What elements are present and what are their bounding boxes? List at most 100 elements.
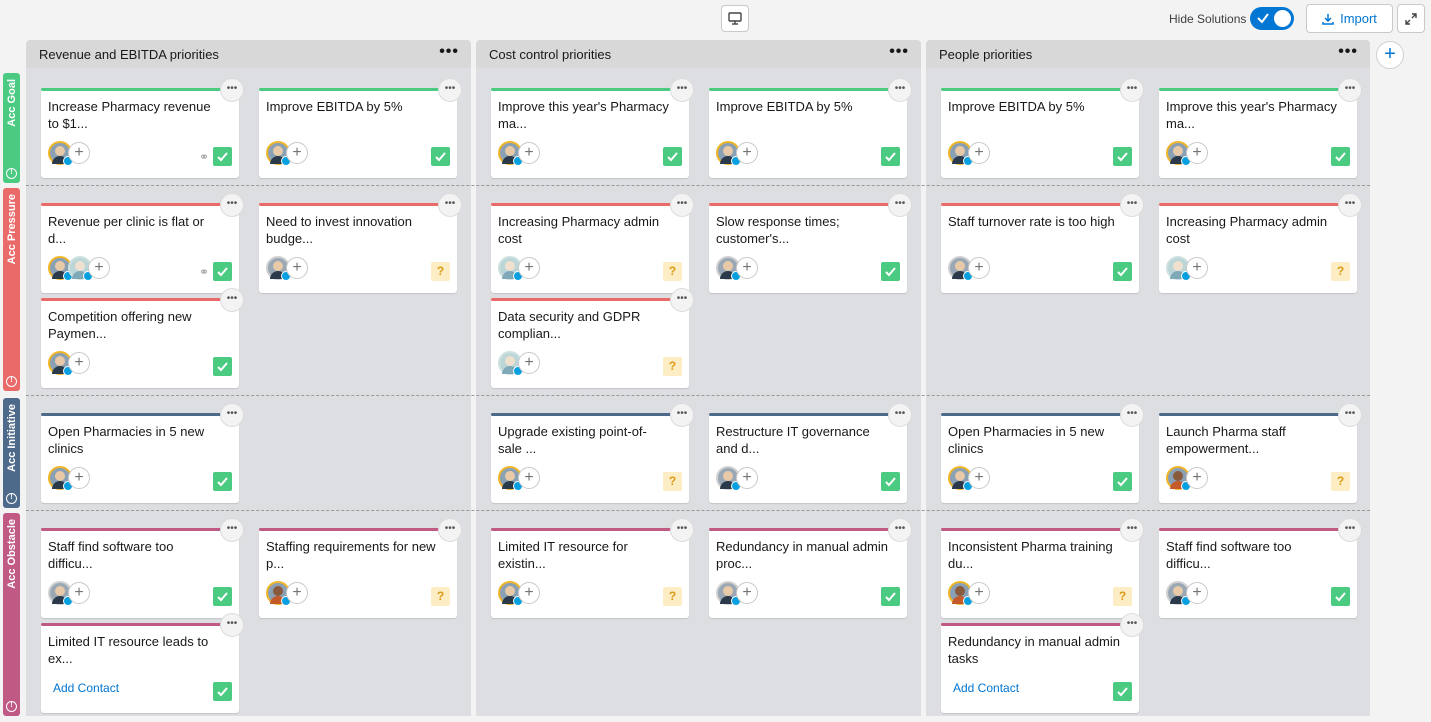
status-unknown-icon[interactable]: ? — [1331, 472, 1350, 491]
add-person-button[interactable]: + — [68, 352, 90, 374]
info-icon[interactable]: ! — [6, 376, 17, 387]
import-button[interactable]: Import — [1306, 4, 1393, 33]
add-person-button[interactable]: + — [968, 582, 990, 604]
column-menu-icon[interactable]: ••• — [1338, 43, 1358, 61]
board-card[interactable]: ••• Slow response times; customer's... + — [709, 193, 912, 293]
board-card[interactable]: ••• Open Pharmacies in 5 new clinics + — [41, 403, 244, 503]
add-person-button[interactable]: + — [736, 467, 758, 489]
add-person-button[interactable]: + — [1186, 582, 1208, 604]
column-menu-icon[interactable]: ••• — [439, 43, 459, 61]
add-contact-link[interactable]: Add Contact — [48, 681, 119, 695]
board-card[interactable]: ••• Improve this year's Pharmacy ma... + — [1159, 78, 1362, 178]
add-person-button[interactable]: + — [1186, 467, 1208, 489]
card-menu-icon[interactable]: ••• — [888, 518, 912, 542]
add-person-button[interactable]: + — [518, 142, 540, 164]
status-done-icon[interactable] — [881, 587, 900, 606]
card-menu-icon[interactable]: ••• — [438, 193, 462, 217]
add-person-button[interactable]: + — [68, 582, 90, 604]
card-menu-icon[interactable]: ••• — [1120, 518, 1144, 542]
card-menu-icon[interactable]: ••• — [220, 613, 244, 637]
card-menu-icon[interactable]: ••• — [1120, 193, 1144, 217]
board-card[interactable]: ••• Limited IT resource for existin... +? — [491, 518, 694, 618]
add-person-button[interactable]: + — [518, 257, 540, 279]
status-done-icon[interactable] — [881, 262, 900, 281]
add-person-button[interactable]: + — [736, 257, 758, 279]
add-person-button[interactable]: + — [518, 582, 540, 604]
card-menu-icon[interactable]: ••• — [220, 403, 244, 427]
status-unknown-icon[interactable]: ? — [431, 262, 450, 281]
card-menu-icon[interactable]: ••• — [888, 403, 912, 427]
card-menu-icon[interactable]: ••• — [1338, 193, 1362, 217]
board-card[interactable]: ••• Increasing Pharmacy admin cost +? — [1159, 193, 1362, 293]
board-card[interactable]: ••• Need to invest innovation budge... +? — [259, 193, 462, 293]
info-icon[interactable]: ! — [6, 168, 17, 179]
board-card[interactable]: ••• Improve this year's Pharmacy ma... + — [491, 78, 694, 178]
board-card[interactable]: ••• Increasing Pharmacy admin cost +? — [491, 193, 694, 293]
add-contact-link[interactable]: Add Contact — [948, 681, 1019, 695]
board-card[interactable]: ••• Competition offering new Paymen... + — [41, 288, 244, 388]
board-card[interactable]: ••• Revenue per clinic is flat or d... + ⚭ — [41, 193, 244, 293]
card-menu-icon[interactable]: ••• — [888, 193, 912, 217]
card-menu-icon[interactable]: ••• — [1338, 518, 1362, 542]
board-card[interactable]: ••• Data security and GDPR complian... +? — [491, 288, 694, 388]
add-person-button[interactable]: + — [518, 352, 540, 374]
add-person-button[interactable]: + — [736, 582, 758, 604]
card-menu-icon[interactable]: ••• — [888, 78, 912, 102]
present-button[interactable] — [721, 5, 749, 32]
card-menu-icon[interactable]: ••• — [670, 193, 694, 217]
card-menu-icon[interactable]: ••• — [220, 193, 244, 217]
status-unknown-icon[interactable]: ? — [663, 587, 682, 606]
card-menu-icon[interactable]: ••• — [1120, 78, 1144, 102]
card-menu-icon[interactable]: ••• — [220, 288, 244, 312]
status-done-icon[interactable] — [1331, 147, 1350, 166]
status-unknown-icon[interactable]: ? — [663, 472, 682, 491]
card-menu-icon[interactable]: ••• — [220, 78, 244, 102]
card-menu-icon[interactable]: ••• — [438, 78, 462, 102]
add-person-button[interactable]: + — [68, 142, 90, 164]
board-card[interactable]: ••• Improve EBITDA by 5% + — [259, 78, 462, 178]
status-done-icon[interactable] — [881, 147, 900, 166]
board-card[interactable]: ••• Improve EBITDA by 5% + — [709, 78, 912, 178]
card-menu-icon[interactable]: ••• — [670, 78, 694, 102]
add-person-button[interactable]: + — [968, 142, 990, 164]
info-icon[interactable]: ! — [6, 493, 17, 504]
board-card[interactable]: ••• Launch Pharma staff empowerment... +? — [1159, 403, 1362, 503]
card-menu-icon[interactable]: ••• — [220, 518, 244, 542]
status-done-icon[interactable] — [213, 472, 232, 491]
column-menu-icon[interactable]: ••• — [889, 43, 909, 61]
board-card[interactable]: ••• Open Pharmacies in 5 new clinics + — [941, 403, 1144, 503]
status-done-icon[interactable] — [881, 472, 900, 491]
card-menu-icon[interactable]: ••• — [670, 288, 694, 312]
status-unknown-icon[interactable]: ? — [1331, 262, 1350, 281]
status-done-icon[interactable] — [213, 147, 232, 166]
add-person-button[interactable]: + — [88, 257, 110, 279]
add-person-button[interactable]: + — [286, 142, 308, 164]
status-unknown-icon[interactable]: ? — [663, 262, 682, 281]
card-menu-icon[interactable]: ••• — [1338, 78, 1362, 102]
status-done-icon[interactable] — [1113, 682, 1132, 701]
add-person-button[interactable]: + — [968, 257, 990, 279]
add-column-button[interactable]: + — [1376, 41, 1404, 69]
card-menu-icon[interactable]: ••• — [670, 403, 694, 427]
add-person-button[interactable]: + — [286, 582, 308, 604]
status-done-icon[interactable] — [1113, 262, 1132, 281]
card-menu-icon[interactable]: ••• — [438, 518, 462, 542]
status-done-icon[interactable] — [1331, 587, 1350, 606]
status-unknown-icon[interactable]: ? — [1113, 587, 1132, 606]
board-card[interactable]: ••• Restructure IT governance and d... + — [709, 403, 912, 503]
expand-button[interactable] — [1397, 4, 1425, 33]
status-done-icon[interactable] — [431, 147, 450, 166]
add-person-button[interactable]: + — [1186, 142, 1208, 164]
add-person-button[interactable]: + — [68, 467, 90, 489]
add-person-button[interactable]: + — [1186, 257, 1208, 279]
card-menu-icon[interactable]: ••• — [1120, 613, 1144, 637]
status-unknown-icon[interactable]: ? — [431, 587, 450, 606]
board-card[interactable]: ••• Improve EBITDA by 5% + — [941, 78, 1144, 178]
status-done-icon[interactable] — [663, 147, 682, 166]
status-done-icon[interactable] — [213, 682, 232, 701]
info-icon[interactable]: ! — [6, 701, 17, 712]
status-done-icon[interactable] — [213, 587, 232, 606]
status-done-icon[interactable] — [1113, 472, 1132, 491]
status-done-icon[interactable] — [213, 262, 232, 281]
board-card[interactable]: ••• Upgrade existing point-of-sale ... +? — [491, 403, 694, 503]
